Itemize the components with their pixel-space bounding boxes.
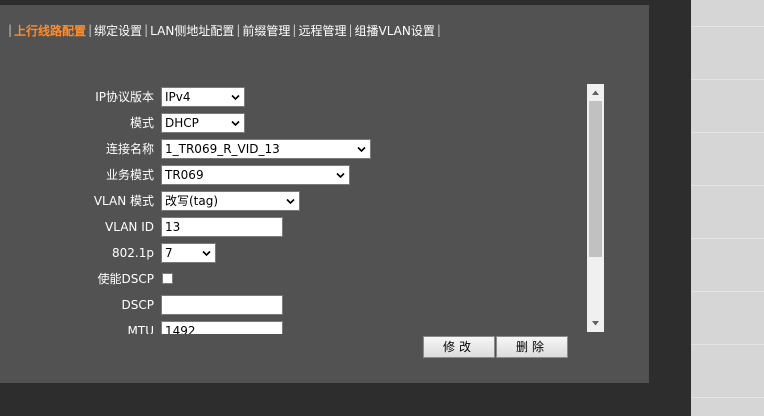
tab-separator: |	[88, 23, 93, 37]
connection-name-value: 1_TR069_R_VID_13	[165, 142, 280, 156]
side-background	[691, 0, 764, 416]
vlan-id-value: 13	[165, 220, 181, 234]
modify-button[interactable]: 修改	[423, 336, 495, 358]
chevron-down-icon	[336, 172, 345, 179]
enable-dscp-checkbox[interactable]	[162, 273, 173, 284]
service-mode-select[interactable]: TR069	[161, 165, 350, 185]
chevron-down-icon	[357, 146, 366, 153]
priority-8021p-label: 802.1p	[112, 246, 154, 260]
dscp-input[interactable]	[161, 295, 283, 315]
caret-up-icon	[592, 90, 599, 95]
vlan-mode-label: VLAN 模式	[93, 194, 154, 208]
dscp-label: DSCP	[121, 298, 154, 312]
chevron-down-icon	[286, 198, 295, 205]
priority-8021p-select[interactable]: 7	[161, 243, 216, 263]
mode-label: 模式	[129, 116, 154, 130]
mtu-input[interactable]: 1492	[161, 321, 283, 334]
ip-version-label: IP协议版本	[95, 90, 154, 104]
tab-separator: |	[236, 23, 241, 37]
tab-separator: |	[436, 23, 441, 37]
enable-dscp-label: 使能DSCP	[97, 272, 154, 286]
connection-name-label: 连接名称	[105, 142, 154, 156]
vlan-id-label: VLAN ID	[105, 220, 154, 234]
chevron-down-icon	[202, 250, 211, 257]
scrollbar-thumb[interactable]	[589, 101, 602, 257]
tab-bar: | 上行线路配置 | 绑定设置 | LAN侧地址配置 | 前缀管理 | 远程管理…	[6, 20, 443, 40]
ip-version-value: IPv4	[165, 90, 191, 104]
chevron-down-icon	[231, 94, 240, 101]
tab-uplink-config[interactable]: 上行线路配置	[14, 22, 86, 39]
scroll-up-button[interactable]	[587, 84, 604, 101]
tab-lan-address-config[interactable]: LAN侧地址配置	[150, 22, 234, 39]
ip-version-select[interactable]: IPv4	[161, 87, 245, 107]
mtu-label: MTU	[127, 324, 154, 334]
tab-remote-management[interactable]: 远程管理	[298, 22, 346, 39]
scroll-down-button[interactable]	[587, 315, 604, 332]
delete-button[interactable]: 删除	[496, 336, 568, 358]
tab-binding-settings[interactable]: 绑定设置	[94, 22, 142, 39]
service-mode-value: TR069	[165, 168, 204, 182]
mtu-value: 1492	[165, 324, 196, 334]
vlan-mode-value: 改写(tag)	[165, 194, 219, 208]
tab-multicast-vlan[interactable]: 组播VLAN设置	[355, 22, 435, 39]
form-scroll-area: IP协议版本 IPv4 模式 DHCP 连接名称 1_TR069_R_VID_1…	[0, 80, 604, 334]
vlan-id-input[interactable]: 13	[161, 217, 283, 237]
caret-down-icon	[592, 321, 599, 326]
service-mode-label: 业务模式	[105, 168, 154, 182]
tab-separator: |	[292, 23, 297, 37]
connection-name-select[interactable]: 1_TR069_R_VID_13	[161, 139, 371, 159]
tab-separator: |	[8, 23, 13, 37]
chevron-down-icon	[231, 120, 240, 127]
tab-separator: |	[144, 23, 149, 37]
tab-separator: |	[348, 23, 353, 37]
vertical-scrollbar[interactable]	[587, 84, 604, 332]
vlan-mode-select[interactable]: 改写(tag)	[161, 191, 300, 211]
mode-value: DHCP	[165, 116, 199, 130]
tab-prefix-management[interactable]: 前缀管理	[242, 22, 290, 39]
priority-8021p-value: 7	[165, 246, 173, 260]
mode-select[interactable]: DHCP	[161, 113, 245, 133]
